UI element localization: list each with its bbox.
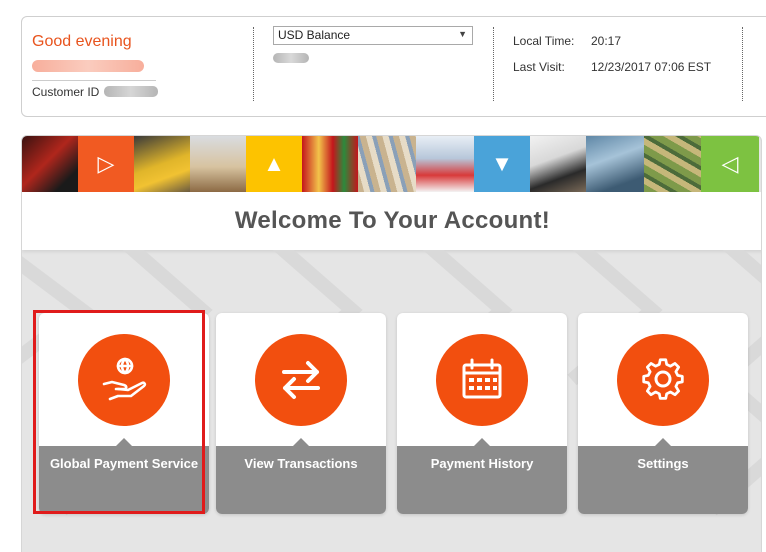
redacted-customer-id bbox=[104, 86, 158, 97]
account-dashboard: ▷ ▲ ▼ ◁ Welcome To Your Account! Global … bbox=[21, 135, 762, 552]
tile-global-payment-service[interactable]: Global Payment Service bbox=[39, 313, 209, 514]
tile-view-transactions[interactable]: View Transactions bbox=[216, 313, 386, 514]
tile-icon-circle bbox=[617, 334, 709, 426]
banner-photo-buildings bbox=[586, 136, 644, 192]
tile-label: Payment History bbox=[397, 446, 567, 514]
tile-icon-circle bbox=[78, 334, 170, 426]
play-right-icon: ▷ bbox=[97, 151, 115, 176]
banner-photo-banknotes bbox=[358, 136, 416, 192]
tile-settings[interactable]: Settings bbox=[578, 313, 748, 514]
calendar-icon bbox=[462, 358, 502, 399]
gear-icon bbox=[642, 358, 684, 400]
balance-select[interactable]: USD Balance ▼ bbox=[273, 26, 473, 45]
tile-label: View Transactions bbox=[216, 446, 386, 514]
banner-arrow-up: ▲ bbox=[246, 136, 302, 192]
photo-banner: ▷ ▲ ▼ ◁ bbox=[22, 136, 761, 192]
banner-photo-currency bbox=[644, 136, 701, 192]
divider bbox=[32, 80, 156, 81]
customer-id-label: Customer ID bbox=[32, 85, 100, 99]
banner-photo-city bbox=[22, 136, 78, 192]
last-visit-value: 12/23/2017 07:06 EST bbox=[591, 60, 712, 74]
hand-globe-icon bbox=[102, 357, 147, 401]
triangle-down-icon: ▼ bbox=[491, 151, 513, 176]
divider bbox=[253, 27, 254, 101]
local-time-label: Local Time: bbox=[513, 34, 575, 48]
swap-arrows-icon bbox=[282, 361, 320, 399]
account-info-card: Good evening Customer ID USD Balance ▼ L… bbox=[21, 16, 766, 117]
greeting-text: Good evening bbox=[32, 33, 132, 50]
banner-photo-dolls bbox=[302, 136, 358, 192]
banner-photo-business bbox=[530, 136, 586, 192]
tile-label: Global Payment Service bbox=[39, 446, 209, 514]
triangle-up-icon: ▲ bbox=[263, 151, 285, 176]
tile-label: Settings bbox=[578, 446, 748, 514]
tile-payment-history[interactable]: Payment History bbox=[397, 313, 567, 514]
play-left-icon: ◁ bbox=[721, 151, 739, 176]
local-time-value: 20:17 bbox=[591, 34, 622, 48]
banner-arrow-down: ▼ bbox=[474, 136, 530, 192]
tile-icon-circle bbox=[255, 334, 347, 426]
banner-arrow-left: ◁ bbox=[701, 136, 759, 192]
divider bbox=[742, 27, 743, 101]
page-title: Welcome To Your Account! bbox=[22, 192, 761, 250]
balance-select-value: USD Balance bbox=[278, 28, 351, 42]
banner-photo-taxi bbox=[134, 136, 190, 192]
last-visit-label: Last Visit: bbox=[513, 60, 565, 74]
banner-photo-pyramids bbox=[190, 136, 246, 192]
banner-photo-woman bbox=[416, 136, 474, 192]
caret-down-icon: ▼ bbox=[458, 29, 467, 39]
redacted-balance-amount bbox=[273, 53, 309, 63]
banner-arrow-right: ▷ bbox=[78, 136, 134, 192]
tile-icon-circle bbox=[436, 334, 528, 426]
divider bbox=[493, 27, 494, 101]
redacted-customer-name bbox=[32, 60, 144, 72]
